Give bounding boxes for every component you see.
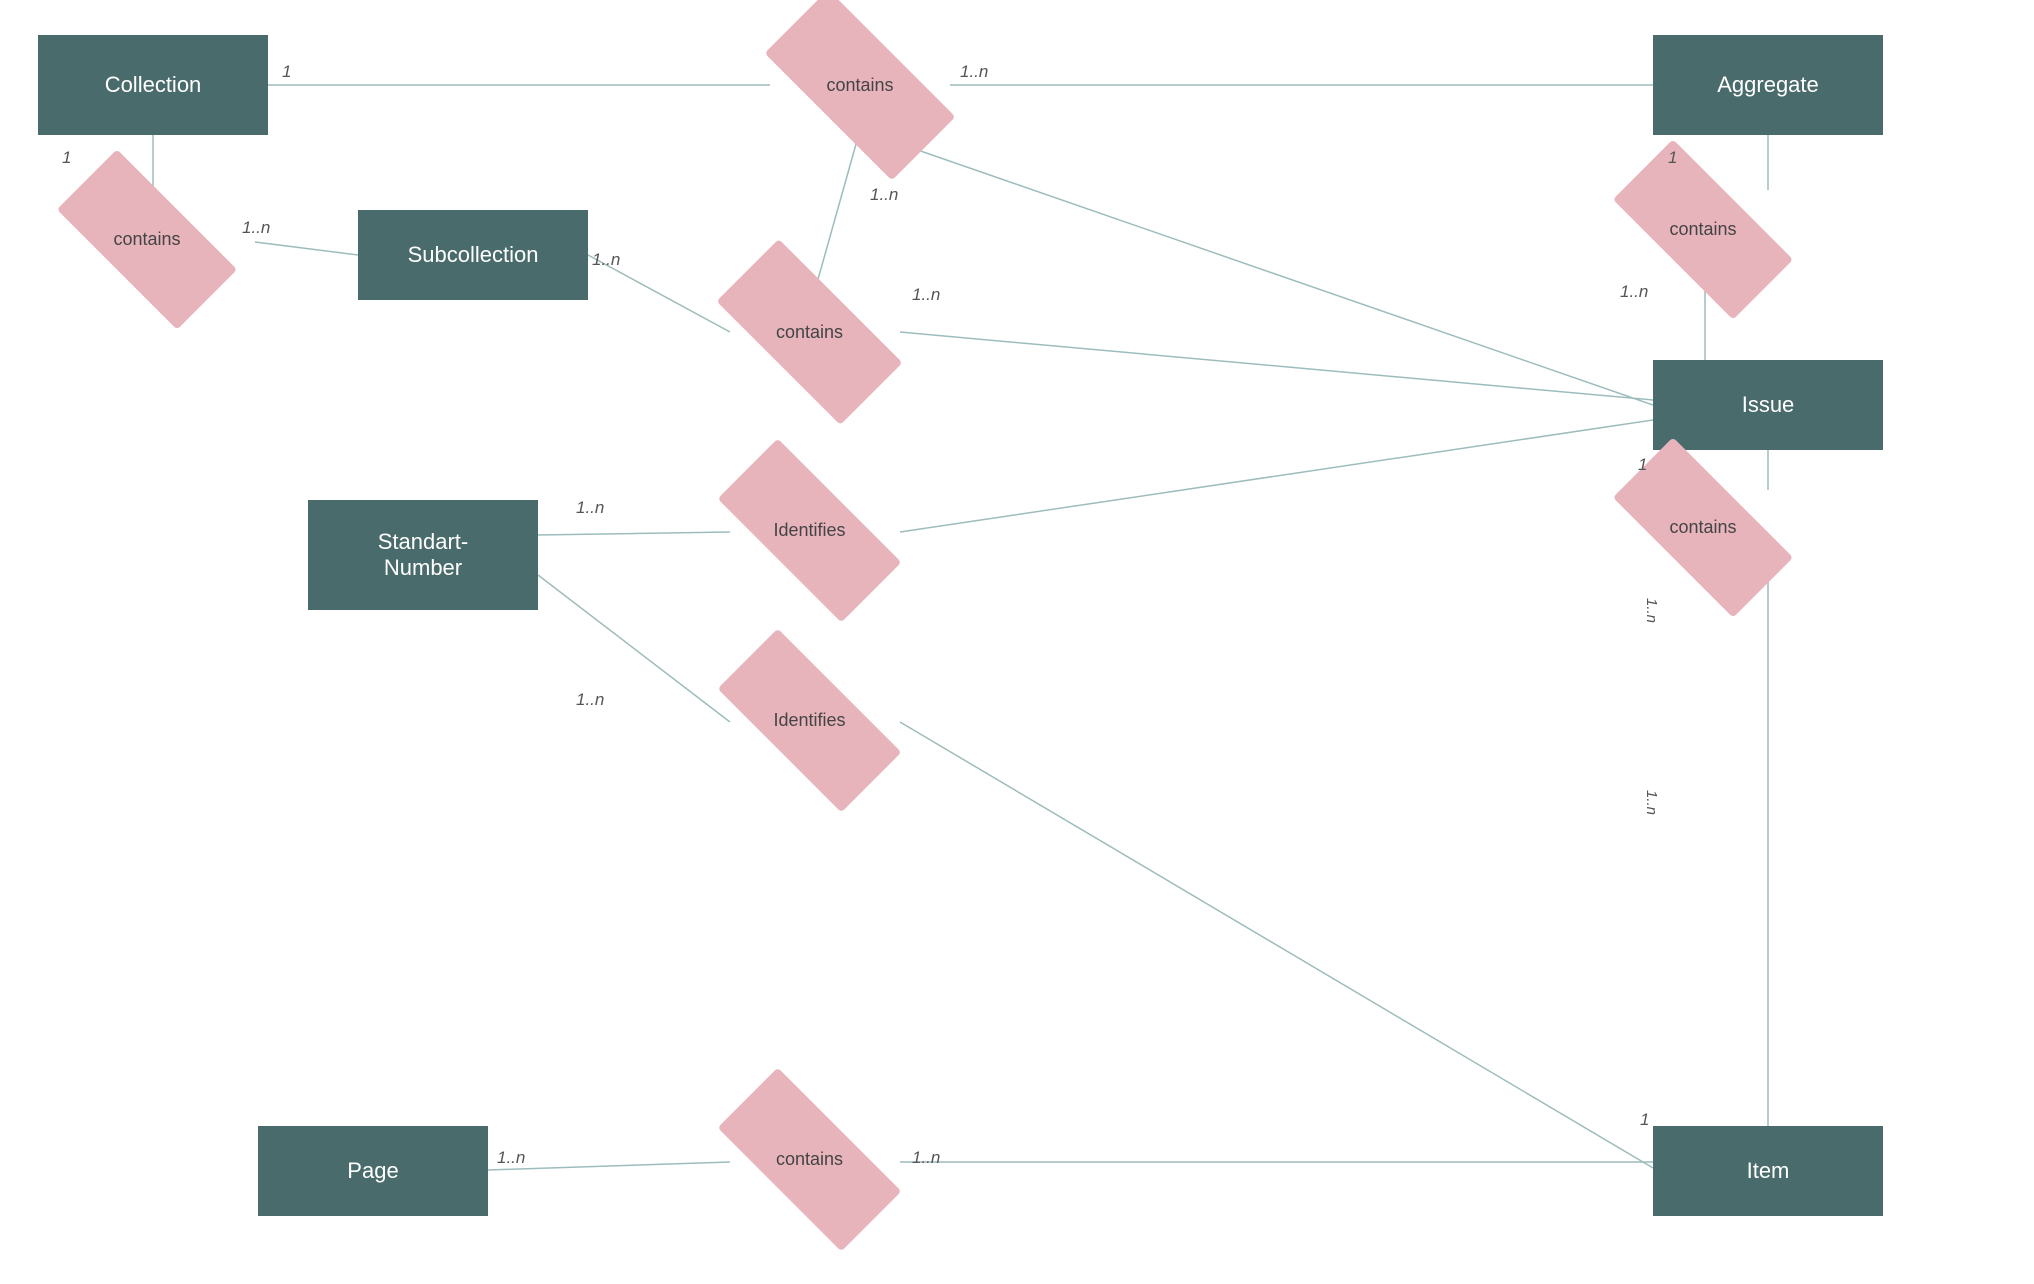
card-sub-to-sub-contains: 1..n [592, 250, 620, 270]
diamond-identifies1: Identifies [722, 488, 897, 573]
diamond-issue-contains: contains [1618, 485, 1788, 570]
diamond-top-contains: contains [770, 40, 950, 130]
card-issue-contains-1n: 1..n [1643, 790, 1660, 815]
diamond-sub-contains: contains [722, 288, 897, 376]
entity-item: Item [1653, 1126, 1883, 1216]
card-sub-contains-issue: 1..n [912, 285, 940, 305]
entity-subcollection: Subcollection [358, 210, 588, 300]
diagram-container: Collection Aggregate Subcollection Issue… [0, 0, 2034, 1284]
card-aggregate-down: 1 [1668, 148, 1677, 168]
card-item-top: 1 [1640, 1110, 1649, 1130]
card-issue-contains-down: 1..n [1643, 598, 1660, 623]
entity-collection: Collection [38, 35, 268, 135]
card-left-to-sub: 1..n [242, 218, 270, 238]
card-std-to-id2: 1..n [576, 690, 604, 710]
card-collection-down: 1 [62, 148, 71, 168]
card-page-contains-to-item: 1..n [912, 1148, 940, 1168]
card-top-to-aggregate: 1..n [960, 62, 988, 82]
card-collection-to-top: 1 [282, 62, 291, 82]
card-page-to-contains: 1..n [497, 1148, 525, 1168]
diamond-page-contains: contains [722, 1117, 897, 1202]
entity-aggregate: Aggregate [1653, 35, 1883, 135]
card-issue-down: 1 [1638, 455, 1647, 475]
entity-standart-number: Standart- Number [308, 500, 538, 610]
diamond-aggregate-contains: contains [1618, 187, 1788, 272]
card-top-diag-issue: 1..n [870, 185, 898, 205]
entity-issue: Issue [1653, 360, 1883, 450]
diamond-left-contains: contains [62, 197, 232, 282]
entity-page: Page [258, 1126, 488, 1216]
card-std-to-id1: 1..n [576, 498, 604, 518]
diamond-identifies2: Identifies [722, 678, 897, 763]
card-agg-contains-to-issue: 1..n [1620, 282, 1648, 302]
